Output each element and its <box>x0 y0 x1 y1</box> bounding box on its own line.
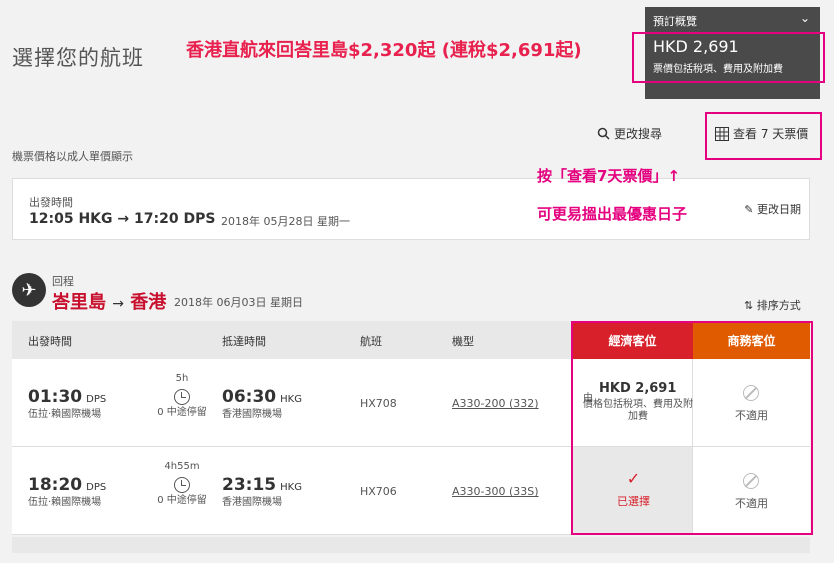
arr-time-value: 06:30 <box>222 387 277 407</box>
flight-number: HX706 <box>360 485 397 498</box>
arrow-right-icon: → <box>117 211 130 227</box>
return-route: 峇里島 → 香港 <box>52 288 166 314</box>
dep-time-value: 18:20 <box>28 475 83 495</box>
price-hint: 機票價格以成人單價顯示 <box>12 150 133 163</box>
plane-icon: ✈ <box>12 273 46 307</box>
dep-code: DPS <box>86 394 107 405</box>
dep-airport: 伍拉·賴國際機場 <box>28 497 102 508</box>
hint-annotation: 按「查看7天票價」↑ <box>537 167 681 185</box>
modify-search-link[interactable]: 更改搜尋 <box>597 125 662 142</box>
arr-time: 06:30 HKG <box>222 387 302 407</box>
table-footer <box>12 537 810 553</box>
modify-search-label: 更改搜尋 <box>614 127 663 141</box>
dep-time: 18:20 DPS <box>28 475 106 495</box>
arr-time: 23:15 HKG <box>222 475 302 495</box>
col-depart: 出發時間 <box>28 335 72 348</box>
dep-airport: 伍拉·賴國際機場 <box>28 409 102 420</box>
return-label: 回程 <box>52 275 74 288</box>
outbound-label: 出發時間 <box>29 196 73 209</box>
annotation-highlight-box <box>632 32 825 83</box>
outbound-arr-time: 17:20 <box>134 211 179 227</box>
duration: 5h <box>175 373 189 384</box>
stops: 0 中途停留 <box>157 495 207 506</box>
outbound-dep-time: 12:05 <box>29 211 74 227</box>
col-arrive: 抵達時間 <box>222 335 266 348</box>
return-date: 2018年 06月03日 星期日 <box>174 296 303 309</box>
outbound-date: 2018年 05月28日 星期一 <box>221 215 350 228</box>
hint-annotation: 可更易搵出最優惠日子 <box>537 205 688 223</box>
page-title: 選擇您的航班 <box>12 46 144 70</box>
return-origin: 峇里島 <box>52 292 106 313</box>
arrow-right-icon: → <box>112 296 125 312</box>
clock-icon <box>174 477 190 493</box>
arr-airport: 香港國際機場 <box>222 497 282 508</box>
outbound-flight-card: 出發時間 12:05 HKG → 17:20 DPS 2018年 05月28日 … <box>12 178 810 240</box>
summary-header: 預訂概覽 <box>653 15 697 28</box>
change-date-label: 更改日期 <box>757 203 801 216</box>
outbound-route: 12:05 HKG → 17:20 DPS <box>29 211 215 227</box>
stops: 0 中途停留 <box>157 407 207 418</box>
aircraft-link[interactable]: A330-200 (332) <box>452 397 539 410</box>
return-destination: 香港 <box>130 292 167 313</box>
aircraft-link[interactable]: A330-300 (33S) <box>452 485 539 498</box>
arr-airport: 香港國際機場 <box>222 409 282 420</box>
change-date-link[interactable]: ✎ 更改日期 <box>744 201 801 217</box>
annotation-highlight-box <box>571 321 813 535</box>
sort-button[interactable]: ⇅ 排序方式 <box>744 297 801 313</box>
pencil-icon: ✎ <box>744 203 754 216</box>
chevron-down-icon[interactable]: ⌄ <box>800 11 810 25</box>
dep-code: DPS <box>86 482 107 493</box>
search-icon <box>597 127 610 140</box>
duration: 4h55m <box>164 461 200 472</box>
dep-time: 01:30 DPS <box>28 387 106 407</box>
sort-label: 排序方式 <box>756 299 801 312</box>
arr-code: HKG <box>280 482 302 493</box>
col-aircraft: 機型 <box>452 335 474 348</box>
outbound-arr-code: DPS <box>183 211 216 227</box>
col-flight: 航班 <box>360 335 382 348</box>
promo-annotation: 香港直航來回峇里島$2,320起 (連稅$2,691起) <box>186 40 582 61</box>
clock-icon <box>174 389 190 405</box>
flight-number: HX708 <box>360 397 397 410</box>
outbound-dep-code: HKG <box>78 211 113 227</box>
arr-time-value: 23:15 <box>222 475 277 495</box>
dep-time-value: 01:30 <box>28 387 83 407</box>
sort-icon: ⇅ <box>744 299 754 312</box>
arr-code: HKG <box>280 394 302 405</box>
annotation-highlight-box <box>705 112 822 160</box>
